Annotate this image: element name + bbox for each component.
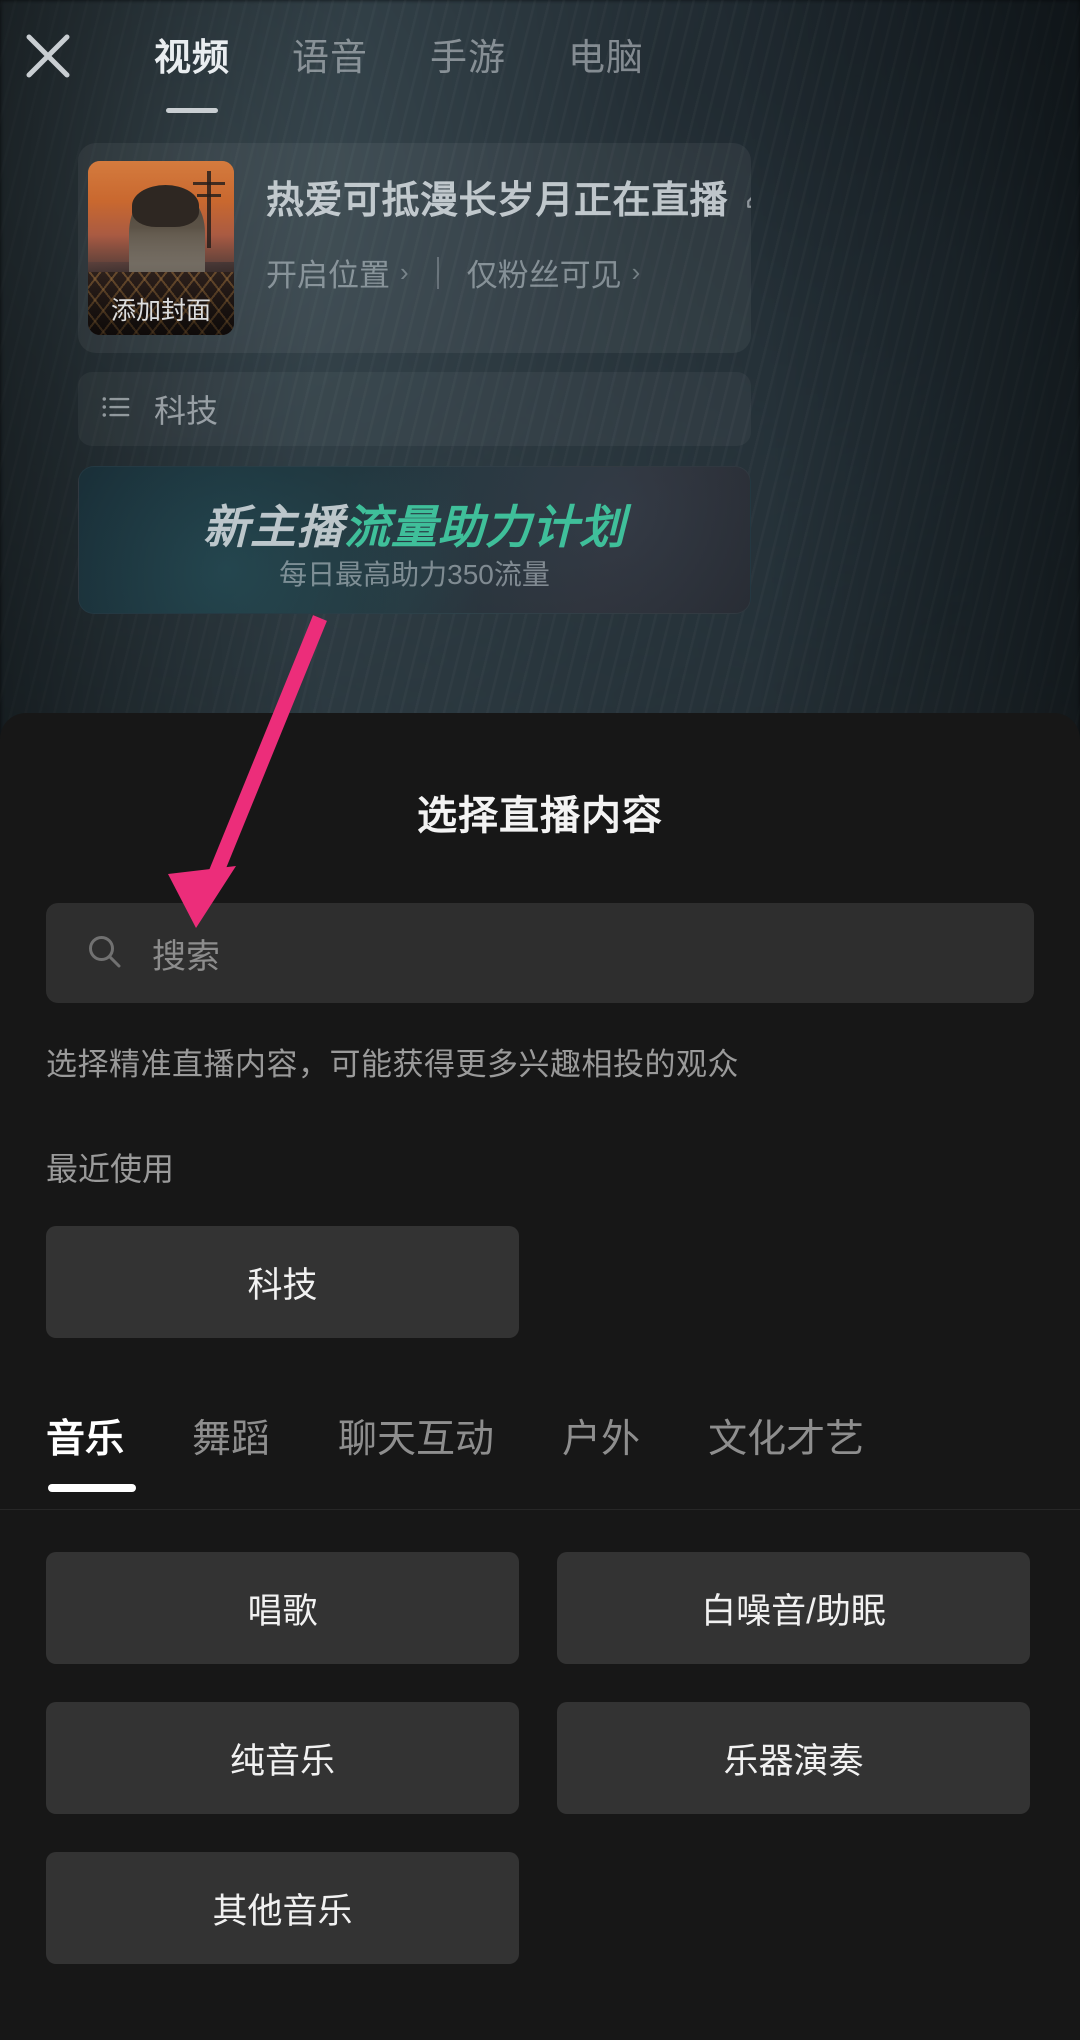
live-content-sheet: 选择直播内容 搜索 选择精准直播内容，可能获得更多兴趣相投的观众 最近使用 科技… — [0, 713, 1080, 2040]
list-icon — [100, 391, 132, 428]
visibility-label: 仅粉丝可见 — [466, 258, 622, 293]
recent-list: 科技 — [46, 1226, 1080, 1338]
promo-title-accent: 流量助力计划 — [344, 501, 626, 553]
top-bar: 视频 语音 手游 电脑 — [0, 0, 1080, 112]
recent-item-0[interactable]: 科技 — [46, 1226, 519, 1338]
search-input[interactable]: 搜索 — [46, 903, 1034, 1003]
sheet-title: 选择直播内容 — [417, 794, 663, 838]
live-meta-row: 开启位置 › 仅粉丝可见 › — [266, 250, 751, 295]
cover-label: 添加封面 — [110, 297, 211, 325]
grid-item-0[interactable]: 唱歌 — [46, 1552, 519, 1664]
close-button[interactable] — [0, 0, 96, 112]
cover-thumbnail[interactable]: 添加封面 — [88, 161, 234, 335]
tab-voice[interactable]: 语音 — [292, 27, 368, 85]
content-grid: 唱歌 白噪音/助眠 纯音乐 乐器演奏 其他音乐 — [46, 1552, 1034, 1964]
promo-subtitle: 每日最高助力350流量 — [279, 559, 550, 590]
search-icon — [84, 931, 124, 976]
visibility-toggle[interactable]: 仅粉丝可见 › — [467, 250, 641, 295]
setup-card-content: 热爱可抵漫长岁月正在直播 开启位置 › 仅粉丝可见 › — [234, 143, 751, 295]
location-toggle[interactable]: 开启位置 › — [266, 250, 409, 295]
category-subtabs: 音乐 舞蹈 聊天互动 户外 文化才艺 — [0, 1400, 1080, 1510]
grid-item-1[interactable]: 白噪音/助眠 — [557, 1552, 1030, 1664]
tab-pc[interactable]: 电脑 — [568, 27, 644, 85]
grid-item-2[interactable]: 纯音乐 — [46, 1702, 519, 1814]
app-screen: 视频 语音 手游 电脑 添加封面 热爱可抵漫长岁月正在直播 开启位置 › 仅粉丝… — [0, 0, 1080, 2040]
search-placeholder: 搜索 — [152, 937, 220, 976]
live-setup-card: 添加封面 热爱可抵漫长岁月正在直播 开启位置 › 仅粉丝可见 › — [78, 143, 751, 353]
mode-tabs: 视频 语音 手游 电脑 — [154, 27, 644, 85]
promo-title-plain: 新主播 — [203, 501, 344, 553]
grid-item-3[interactable]: 乐器演奏 — [557, 1702, 1030, 1814]
subtab-outdoor[interactable]: 户外 — [562, 1400, 640, 1464]
tab-mobile-game[interactable]: 手游 — [430, 27, 506, 85]
grid-item-4[interactable]: 其他音乐 — [46, 1852, 519, 1964]
live-title-row[interactable]: 热爱可抵漫长岁月正在直播 — [266, 169, 751, 224]
live-title: 热爱可抵漫长岁月正在直播 — [266, 180, 729, 222]
close-icon — [22, 30, 74, 82]
subtab-music[interactable]: 音乐 — [46, 1400, 137, 1492]
promo-title: 新主播流量助力计划 — [79, 491, 750, 557]
meta-divider — [436, 256, 439, 289]
chevron-right-icon-2: › — [631, 257, 641, 287]
tab-video[interactable]: 视频 — [154, 27, 230, 85]
search-hint: 选择精准直播内容，可能获得更多兴趣相投的观众 — [46, 1047, 739, 1082]
category-label: 科技 — [154, 393, 219, 429]
subtab-culture[interactable]: 文化才艺 — [708, 1400, 864, 1464]
recent-section-label: 最近使用 — [46, 1151, 175, 1187]
promo-banner[interactable]: 新主播流量助力计划 每日最高助力350流量 — [78, 466, 751, 614]
subtab-chat[interactable]: 聊天互动 — [338, 1400, 494, 1464]
location-label: 开启位置 — [266, 258, 390, 293]
subtab-dance[interactable]: 舞蹈 — [192, 1400, 270, 1464]
category-row[interactable]: 科技 — [78, 372, 751, 446]
chevron-right-icon: › — [400, 257, 409, 287]
pencil-icon[interactable] — [744, 177, 751, 216]
